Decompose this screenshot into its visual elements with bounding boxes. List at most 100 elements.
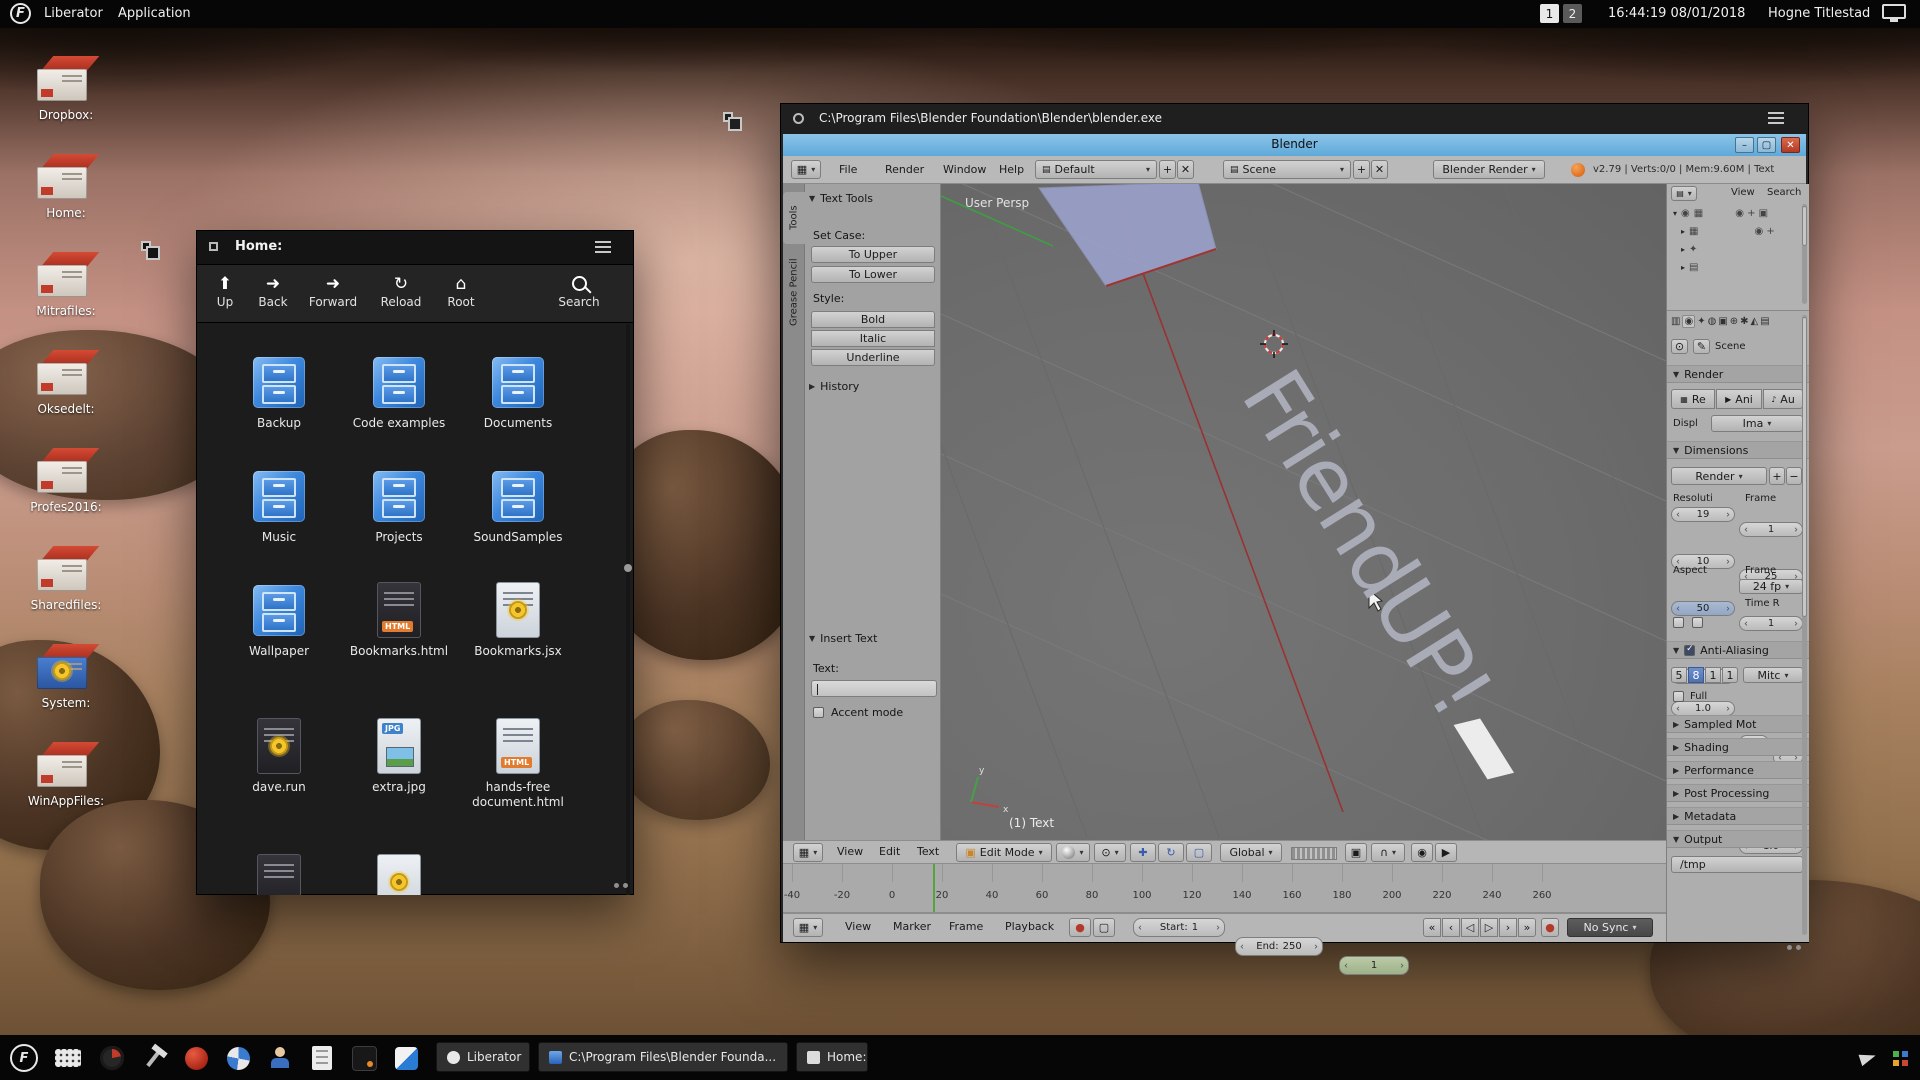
desktop-icon-system[interactable]: System: — [18, 644, 114, 710]
frame-end-field[interactable]: End:250 — [1235, 937, 1323, 956]
resize-grip[interactable] — [1787, 945, 1792, 950]
tab-material[interactable]: ▤ — [1760, 316, 1769, 327]
insert-text-input[interactable] — [811, 680, 937, 697]
tab-constraints[interactable]: ⊕ — [1730, 316, 1738, 327]
lock-button[interactable]: ▣ — [1345, 843, 1367, 862]
panel-anti-aliasing[interactable]: ▼ Anti-Aliasing — [1667, 641, 1809, 659]
menu-window[interactable]: Window — [943, 156, 986, 183]
editor-type-button[interactable]: ▤▾ — [1671, 186, 1697, 201]
tab-data[interactable]: ◭ — [1751, 316, 1759, 327]
menu-view[interactable]: View — [1731, 187, 1755, 198]
menu-application[interactable]: Application — [118, 0, 191, 28]
resolution-pct-slider[interactable]: 50 — [1671, 601, 1735, 616]
file-item[interactable]: Documents — [458, 354, 578, 431]
aa-samples-5[interactable]: 5 — [1671, 667, 1687, 683]
layers-widget[interactable] — [1291, 847, 1337, 860]
aa-samples-16[interactable]: 1 — [1722, 667, 1738, 683]
tool-app-icon[interactable] — [138, 1042, 170, 1074]
current-frame-line[interactable] — [933, 864, 935, 912]
underline-button[interactable]: Underline — [811, 349, 935, 366]
panel-performance[interactable]: ▶Performance — [1667, 761, 1809, 779]
panel-history[interactable]: ▶ History — [809, 380, 859, 393]
scrollbar-thumb[interactable] — [1802, 317, 1807, 617]
file-item[interactable]: Backup — [219, 354, 339, 431]
scrollbar-track[interactable] — [1802, 315, 1807, 935]
menu-view[interactable]: View — [845, 916, 871, 938]
desktop-icon-mitrafiles[interactable]: Mitrafiles: — [18, 252, 114, 318]
window-depth-icon[interactable] — [141, 241, 151, 251]
close-button[interactable]: ✕ — [1781, 137, 1800, 153]
resolution-x-field[interactable]: 19 — [1671, 507, 1735, 522]
tab-modifiers[interactable]: ✱ — [1740, 316, 1748, 327]
preset-remove-button[interactable]: − — [1786, 467, 1802, 485]
scene-add-button[interactable]: + — [1353, 160, 1370, 179]
context-icon-button[interactable]: ✎ — [1693, 339, 1710, 354]
tab-layers[interactable]: ✦ — [1697, 316, 1705, 327]
play-reverse-button[interactable]: ◁ — [1461, 918, 1479, 937]
frame-start-field[interactable]: 1 — [1739, 522, 1803, 537]
audio-button[interactable]: ♪Au — [1763, 389, 1803, 409]
blender-logo-icon[interactable] — [1571, 163, 1585, 177]
full-sample-checkbox[interactable]: Full — [1673, 691, 1707, 702]
desktop-icon-sharedfiles[interactable]: Sharedfiles: — [18, 546, 114, 612]
border-checkbox[interactable] — [1673, 617, 1684, 628]
panel-metadata[interactable]: ▶Metadata — [1667, 807, 1809, 825]
menu-marker[interactable]: Marker — [893, 916, 931, 938]
file-item[interactable]: Bookmarks.jsx — [458, 582, 578, 659]
panel-dimensions[interactable]: ▼Dimensions — [1667, 441, 1809, 459]
taskbar-button-liberator[interactable]: Liberator — [436, 1042, 530, 1072]
panel-render[interactable]: ▼Render — [1667, 365, 1809, 383]
window-lines-icon[interactable] — [1768, 112, 1784, 114]
desktop-icon-profes2016[interactable]: Profes2016: — [18, 448, 114, 514]
layout-add-button[interactable]: + — [1159, 160, 1176, 179]
animation-button[interactable]: ▶Ani — [1716, 389, 1762, 409]
visibility-icons[interactable]: ◉ + ▣ — [1735, 208, 1768, 219]
orientation-select[interactable]: Global▾ — [1220, 843, 1282, 862]
file-item[interactable]: HTML Bookmarks.html — [339, 582, 459, 659]
friend-logo-icon[interactable]: F — [10, 3, 31, 24]
file-item[interactable]: Wallpaper — [219, 582, 339, 659]
fps-select[interactable]: 24 fp▾ — [1739, 579, 1803, 594]
file-item[interactable]: JPG extra.jpg — [339, 718, 459, 795]
tab-object[interactable]: ▣ — [1718, 316, 1727, 327]
file-item[interactable] — [339, 854, 459, 895]
blender-app-titlebar[interactable]: Blender – ▢ ✕ — [783, 134, 1806, 156]
workspace-1[interactable]: 1 — [1540, 4, 1559, 23]
menu-liberator[interactable]: Liberator — [44, 0, 103, 28]
file-item[interactable]: SoundSamples — [458, 468, 578, 545]
viewport-3d[interactable]: x y User Persp FriendUP! (1) Text — [941, 184, 1666, 840]
forward-button[interactable]: ➜ Forward — [303, 273, 363, 309]
window-menu-icon[interactable] — [793, 113, 804, 124]
render-preset-select[interactable]: Render▾ — [1671, 467, 1767, 485]
desktop-icon-dropbox[interactable]: Dropbox: — [18, 56, 114, 122]
blender-host-titlebar[interactable]: C:\Program Files\Blender Foundation\Blen… — [781, 104, 1808, 134]
chat-app-icon[interactable] — [390, 1042, 422, 1074]
file-item[interactable]: Music — [219, 468, 339, 545]
desktop-icon-home[interactable]: Home: — [18, 154, 114, 220]
menu-file[interactable]: File — [839, 156, 857, 183]
outliner-row[interactable]: ▸✦ — [1681, 244, 1697, 255]
panel-shading[interactable]: ▶Shading — [1667, 738, 1809, 756]
panel-sampled-motion[interactable]: ▶Sampled Mot — [1667, 715, 1809, 733]
resize-grip[interactable] — [614, 883, 619, 888]
scene-delete-button[interactable]: ✕ — [1371, 160, 1388, 179]
reload-button[interactable]: ↻ Reload — [375, 273, 427, 309]
red-app-icon[interactable] — [180, 1042, 212, 1074]
timeline-ruler[interactable]: -40 -20 0 20 40 60 80 100 120 140 160 18… — [783, 864, 1666, 913]
panel-output[interactable]: ▼Output — [1667, 830, 1809, 848]
display-icon[interactable] — [1882, 4, 1906, 19]
display-select[interactable]: Ima▾ — [1711, 415, 1803, 432]
layout-delete-button[interactable]: ✕ — [1177, 160, 1194, 179]
scrollbar-track[interactable] — [1802, 204, 1807, 304]
play-button[interactable]: ▷ — [1480, 918, 1498, 937]
next-keyframe-button[interactable]: › — [1499, 918, 1517, 937]
window-lines-icon[interactable] — [595, 241, 611, 243]
apps-grid-tray-icon[interactable] — [1884, 1042, 1916, 1074]
editor-type-button[interactable]: ▦▾ — [793, 843, 823, 862]
menu-help[interactable]: Help — [999, 156, 1024, 183]
tab-tools[interactable]: Tools — [783, 192, 805, 244]
sync-select[interactable]: No Sync▾ — [1567, 918, 1653, 937]
outliner-row[interactable]: ▸▦ ◉ + — [1681, 226, 1775, 237]
contacts-app-icon[interactable] — [264, 1042, 296, 1074]
italic-button[interactable]: Italic — [811, 330, 935, 347]
